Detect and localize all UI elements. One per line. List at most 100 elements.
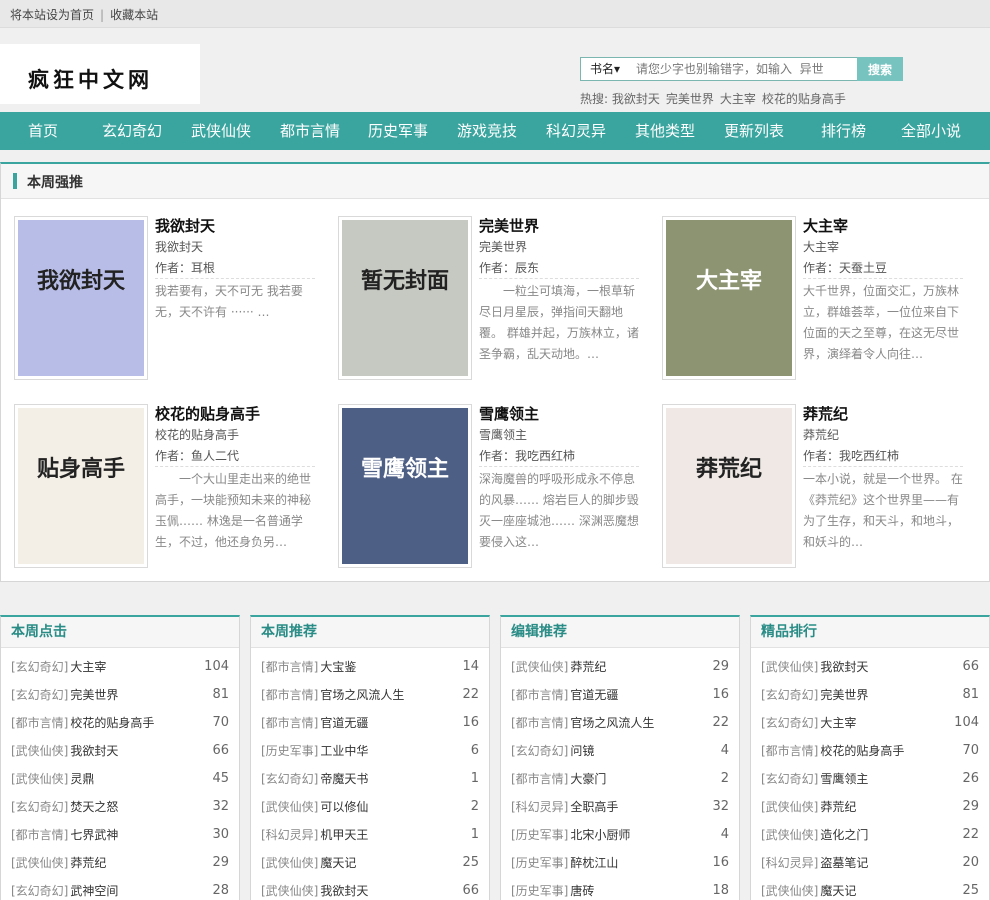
- rank-item-title[interactable]: 醉枕江山: [570, 856, 618, 870]
- search-button[interactable]: 搜索: [857, 57, 903, 81]
- rank-item-category[interactable]: [武侠仙侠]: [261, 884, 318, 898]
- rank-list-item[interactable]: [科幻灵异] 盗墓笔记 20: [761, 851, 979, 879]
- rank-item-title[interactable]: 大主宰: [70, 660, 106, 674]
- hot-item[interactable]: 大主宰: [720, 92, 756, 106]
- rank-list-item[interactable]: [都市言情] 七界武神 30: [11, 823, 229, 851]
- book-title[interactable]: 校花的贴身高手: [155, 404, 315, 424]
- rank-item-title[interactable]: 官道无疆: [320, 716, 368, 730]
- rank-list-item[interactable]: [历史军事] 醉枕江山 16: [511, 851, 729, 879]
- rank-list-item[interactable]: [都市言情] 官场之风流人生 22: [261, 683, 479, 711]
- rank-item-title[interactable]: 灵鼎: [70, 772, 94, 786]
- rank-list-item[interactable]: [玄幻奇幻] 大主宰 104: [761, 711, 979, 739]
- rank-item-category[interactable]: [武侠仙侠]: [11, 772, 68, 786]
- rank-item-title[interactable]: 魔天记: [320, 856, 356, 870]
- rank-item-category[interactable]: [武侠仙侠]: [261, 856, 318, 870]
- bookmark-link[interactable]: 收藏本站: [110, 8, 158, 22]
- hot-item[interactable]: 我欲封天: [612, 92, 660, 106]
- rank-item-title[interactable]: 官场之风流人生: [570, 716, 654, 730]
- rank-item-title[interactable]: 莽荒纪: [570, 660, 606, 674]
- rank-list-item[interactable]: [都市言情] 大豪门 2: [511, 767, 729, 795]
- rank-item-category[interactable]: [玄幻奇幻]: [761, 716, 818, 730]
- rank-item-category[interactable]: [历史军事]: [511, 884, 568, 898]
- rank-list-item[interactable]: [武侠仙侠] 莽荒纪 29: [11, 851, 229, 879]
- search-type-select[interactable]: 书名▾: [580, 57, 632, 81]
- rank-item-title[interactable]: 魔天记: [820, 884, 856, 898]
- rank-item-category[interactable]: [玄幻奇幻]: [511, 744, 568, 758]
- book-cover[interactable]: 雪鹰领主: [338, 404, 472, 568]
- rank-item-title[interactable]: 全职高手: [570, 800, 618, 814]
- rank-list-item[interactable]: [历史军事] 北宋小厨师 4: [511, 823, 729, 851]
- rank-list-item[interactable]: [都市言情] 官道无疆 16: [261, 711, 479, 739]
- rank-item-title[interactable]: 盗墓笔记: [820, 856, 868, 870]
- nav-dushi[interactable]: 都市言情: [280, 112, 340, 150]
- book-title[interactable]: 完美世界: [479, 216, 639, 236]
- rank-item-category[interactable]: [都市言情]: [261, 716, 318, 730]
- rank-list-item[interactable]: [武侠仙侠] 莽荒纪 29: [761, 795, 979, 823]
- rank-list-item[interactable]: [玄幻奇幻] 帝魔天书 1: [261, 767, 479, 795]
- rank-item-category[interactable]: [武侠仙侠]: [761, 828, 818, 842]
- rank-list-item[interactable]: [历史军事] 唐砖 18: [511, 879, 729, 900]
- rank-item-category[interactable]: [玄幻奇幻]: [11, 884, 68, 898]
- rank-item-title[interactable]: 官道无疆: [570, 688, 618, 702]
- rank-list-item[interactable]: [玄幻奇幻] 完美世界 81: [11, 683, 229, 711]
- rank-list-item[interactable]: [武侠仙侠] 莽荒纪 29: [511, 655, 729, 683]
- rank-list-item[interactable]: [武侠仙侠] 我欲封天 66: [761, 655, 979, 683]
- rank-list-item[interactable]: [玄幻奇幻] 武神空间 28: [11, 879, 229, 900]
- rank-item-category[interactable]: [玄幻奇幻]: [11, 688, 68, 702]
- nav-ranking[interactable]: 排行榜: [821, 112, 866, 150]
- rank-item-category[interactable]: [武侠仙侠]: [761, 660, 818, 674]
- rank-item-category[interactable]: [玄幻奇幻]: [261, 772, 318, 786]
- rank-item-category[interactable]: [都市言情]: [261, 660, 318, 674]
- rank-item-category[interactable]: [历史军事]: [511, 856, 568, 870]
- rank-item-category[interactable]: [都市言情]: [511, 716, 568, 730]
- rank-item-title[interactable]: 帝魔天书: [320, 772, 368, 786]
- hot-item[interactable]: 校花的贴身高手: [762, 92, 846, 106]
- hot-item[interactable]: 完美世界: [666, 92, 714, 106]
- rank-list-item[interactable]: [都市言情] 校花的贴身高手 70: [11, 711, 229, 739]
- rank-item-title[interactable]: 工业中华: [320, 744, 368, 758]
- nav-wuxia[interactable]: 武侠仙侠: [191, 112, 251, 150]
- rank-item-title[interactable]: 完美世界: [70, 688, 118, 702]
- rank-item-title[interactable]: 完美世界: [820, 688, 868, 702]
- rank-item-category[interactable]: [武侠仙侠]: [761, 800, 818, 814]
- book-title[interactable]: 莽荒纪: [803, 404, 963, 424]
- rank-item-category[interactable]: [历史军事]: [511, 828, 568, 842]
- rank-list-item[interactable]: [都市言情] 校花的贴身高手 70: [761, 739, 979, 767]
- book-cover[interactable]: 莽荒纪: [662, 404, 796, 568]
- rank-item-title[interactable]: 七界武神: [70, 828, 118, 842]
- rank-item-title[interactable]: 大豪门: [570, 772, 606, 786]
- rank-item-category[interactable]: [武侠仙侠]: [11, 856, 68, 870]
- rank-list-item[interactable]: [玄幻奇幻] 焚天之怒 32: [11, 795, 229, 823]
- rank-item-title[interactable]: 我欲封天: [820, 660, 868, 674]
- rank-list-item[interactable]: [武侠仙侠] 魔天记 25: [761, 879, 979, 900]
- rank-item-category[interactable]: [都市言情]: [511, 772, 568, 786]
- rank-item-title[interactable]: 可以修仙: [320, 800, 368, 814]
- rank-item-category[interactable]: [都市言情]: [11, 828, 68, 842]
- rank-item-category[interactable]: [都市言情]: [261, 688, 318, 702]
- nav-update-list[interactable]: 更新列表: [724, 112, 784, 150]
- rank-list-item[interactable]: [武侠仙侠] 灵鼎 45: [11, 767, 229, 795]
- rank-item-category[interactable]: [武侠仙侠]: [11, 744, 68, 758]
- rank-list-item[interactable]: [玄幻奇幻] 大主宰 104: [11, 655, 229, 683]
- rank-item-category[interactable]: [玄幻奇幻]: [761, 772, 818, 786]
- nav-xuanhuan[interactable]: 玄幻奇幻: [102, 112, 162, 150]
- rank-item-category[interactable]: [武侠仙侠]: [761, 884, 818, 898]
- rank-item-title[interactable]: 问镜: [570, 744, 594, 758]
- rank-item-title[interactable]: 大主宰: [820, 716, 856, 730]
- rank-list-item[interactable]: [武侠仙侠] 我欲封天 66: [11, 739, 229, 767]
- rank-item-title[interactable]: 莽荒纪: [70, 856, 106, 870]
- nav-lishi[interactable]: 历史军事: [368, 112, 428, 150]
- rank-item-category[interactable]: [玄幻奇幻]: [11, 660, 68, 674]
- nav-all-novels[interactable]: 全部小说: [901, 112, 961, 150]
- rank-list-item[interactable]: [武侠仙侠] 可以修仙 2: [261, 795, 479, 823]
- rank-item-title[interactable]: 造化之门: [820, 828, 868, 842]
- rank-list-item[interactable]: [武侠仙侠] 魔天记 25: [261, 851, 479, 879]
- rank-item-category[interactable]: [都市言情]: [761, 744, 818, 758]
- rank-item-category[interactable]: [玄幻奇幻]: [11, 800, 68, 814]
- rank-item-category[interactable]: [都市言情]: [511, 688, 568, 702]
- rank-item-category[interactable]: [玄幻奇幻]: [761, 688, 818, 702]
- nav-home[interactable]: 首页: [28, 112, 58, 150]
- search-input[interactable]: [632, 57, 858, 81]
- book-title[interactable]: 我欲封天: [155, 216, 315, 236]
- book-cover[interactable]: 我欲封天: [14, 216, 148, 380]
